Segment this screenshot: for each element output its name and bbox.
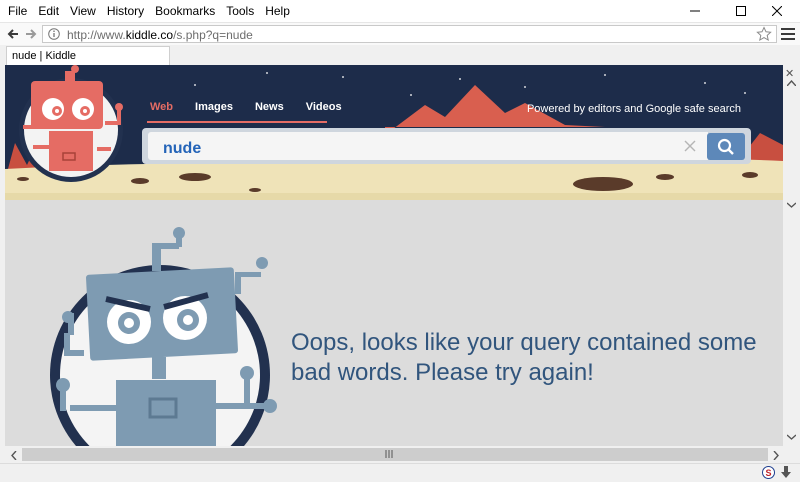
menu-bar: File Edit View History Bookmarks Tools H… [8, 4, 301, 18]
tab-news[interactable]: News [255, 101, 284, 118]
navigation-toolbar: http://www.kiddle.co/s.php?q=nude [0, 23, 800, 45]
url-text: http://www.kiddle.co/s.php?q=nude [67, 28, 253, 42]
back-arrow-icon [7, 29, 18, 39]
scroll-right-arrow-icon[interactable] [773, 451, 779, 460]
search-input-value: nude [163, 140, 202, 157]
maximize-icon [736, 6, 746, 16]
scroll-down-arrow-icon[interactable] [787, 434, 796, 440]
tab-underline [147, 121, 327, 123]
page-viewport: Web Images News Videos Powered by editor… [5, 65, 783, 446]
error-message: Oops, looks like your query contained so… [291, 329, 757, 386]
tab-images[interactable]: Images [195, 101, 233, 118]
info-icon[interactable] [48, 28, 60, 40]
safe-search-badge-icon[interactable]: S [762, 466, 775, 479]
horizontal-scroll-thumb[interactable] [22, 448, 768, 461]
menu-history[interactable]: History [107, 4, 144, 18]
browser-tab[interactable]: nude | Kiddle [6, 46, 170, 65]
minimize-icon [690, 10, 700, 12]
minimize-button[interactable] [672, 0, 718, 22]
powered-by-text: Powered by editors and Google safe searc… [526, 103, 741, 115]
download-arrow-icon[interactable] [780, 466, 792, 479]
search-type-tabs: Web Images News Videos [150, 101, 364, 118]
search-box: nude [142, 128, 751, 164]
forward-arrow-icon [26, 29, 37, 39]
bookmark-star-icon[interactable] [756, 26, 772, 42]
status-bar: S [0, 463, 800, 482]
robot-illustration [50, 227, 277, 446]
scroll-grip-icon[interactable] [787, 202, 796, 208]
menu-edit[interactable]: Edit [38, 4, 59, 18]
browser-tab-title: nude | Kiddle [12, 50, 77, 62]
close-window-button[interactable] [754, 0, 800, 22]
tab-strip: nude | Kiddle [0, 45, 800, 65]
menu-help[interactable]: Help [265, 4, 290, 18]
scroll-left-arrow-icon[interactable] [11, 451, 17, 460]
close-notification-icon[interactable]: ✕ [785, 67, 794, 80]
menu-file[interactable]: File [8, 4, 27, 18]
close-icon [772, 6, 782, 16]
scroll-grip-icon [385, 450, 393, 458]
title-bar: File Edit View History Bookmarks Tools H… [0, 0, 800, 23]
tab-videos[interactable]: Videos [306, 101, 342, 118]
scroll-up-arrow-icon[interactable] [787, 80, 796, 86]
svg-text:S: S [765, 468, 771, 478]
address-bar[interactable]: http://www.kiddle.co/s.php?q=nude [42, 25, 777, 43]
search-input[interactable]: nude [148, 132, 708, 160]
search-icon [717, 138, 734, 155]
menu-tools[interactable]: Tools [226, 4, 254, 18]
kiddle-header: Web Images News Videos Powered by editor… [5, 65, 783, 200]
vertical-scrollbar[interactable] [783, 65, 800, 446]
clear-search-icon[interactable] [684, 140, 696, 152]
forward-button[interactable] [23, 26, 39, 42]
search-button[interactable] [707, 133, 745, 160]
menu-view[interactable]: View [70, 4, 96, 18]
tab-web[interactable]: Web [150, 101, 173, 118]
horizontal-scrollbar[interactable] [5, 446, 783, 463]
menu-bookmarks[interactable]: Bookmarks [155, 4, 215, 18]
scroll-track[interactable] [783, 190, 800, 430]
back-button[interactable] [5, 26, 21, 42]
menu-hamburger-icon[interactable] [781, 28, 795, 40]
